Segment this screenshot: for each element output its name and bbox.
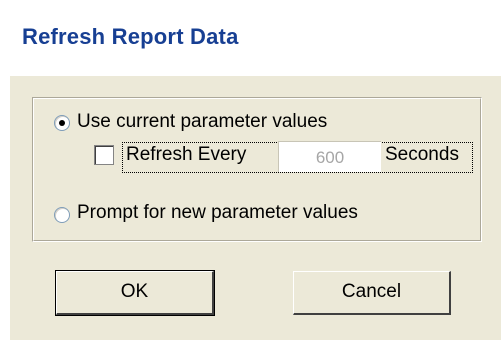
refresh-every-checkbox[interactable] (94, 145, 114, 165)
use-current-radio[interactable] (54, 115, 70, 131)
window-edge (0, 76, 10, 340)
prompt-new-label[interactable]: Prompt for new parameter values (77, 202, 358, 224)
radio-selected-dot (59, 120, 65, 126)
use-current-label[interactable]: Use current parameter values (77, 111, 327, 133)
refresh-report-dialog: Refresh Report Data Use current paramete… (0, 0, 501, 340)
refresh-every-label[interactable]: Refresh Every (126, 144, 246, 166)
seconds-label: Seconds (385, 144, 459, 165)
prompt-new-radio[interactable] (54, 207, 70, 223)
refresh-interval-input[interactable]: 600 (278, 141, 381, 172)
ok-button[interactable]: OK (55, 270, 215, 316)
cancel-button[interactable]: Cancel (293, 271, 451, 315)
title-bar[interactable]: Refresh Report Data (0, 0, 501, 76)
dialog-title: Refresh Report Data (22, 24, 239, 49)
